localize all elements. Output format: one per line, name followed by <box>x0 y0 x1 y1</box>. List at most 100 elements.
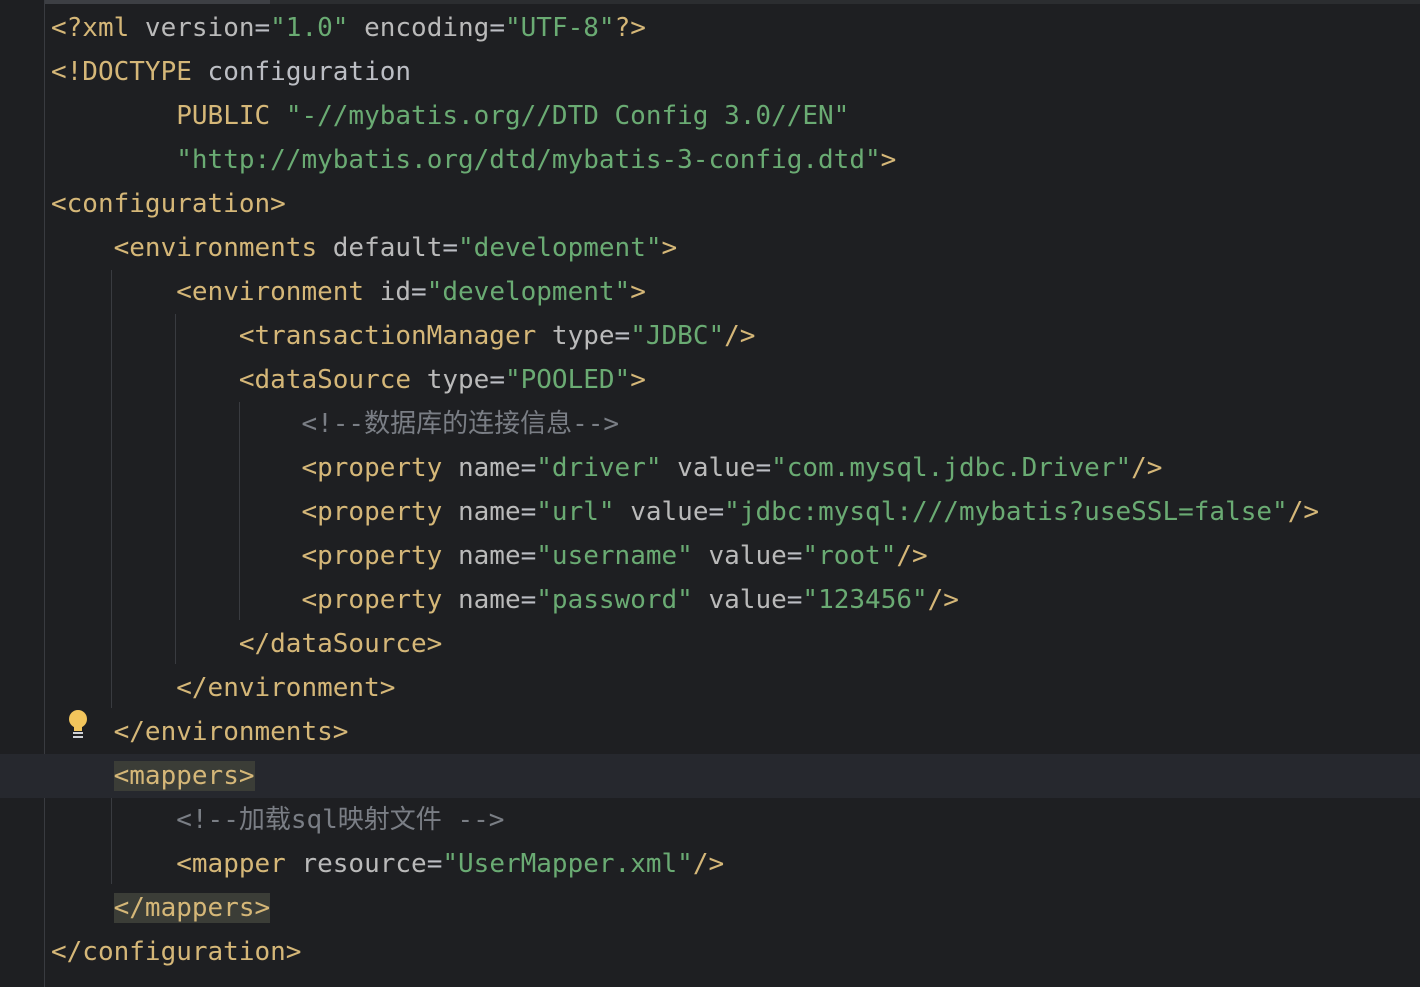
token-attr: default <box>332 233 443 263</box>
token-plain: = <box>786 585 803 615</box>
token-tag: <dataSource <box>238 365 427 395</box>
token-plain: = <box>708 497 725 527</box>
token-plain: = <box>426 849 443 879</box>
token-tag: <property <box>301 585 458 615</box>
code-line-text: <property name="driver" value="com.mysql… <box>51 446 1162 490</box>
token-matched-tag: <mappers> <box>113 761 255 791</box>
token-tag: <transactionManager <box>238 321 552 351</box>
token-attr: name <box>458 497 521 527</box>
token-attr: value <box>677 453 756 483</box>
token-tag: /> <box>927 585 959 615</box>
code-line-text: <dataSource type="POOLED"> <box>51 358 646 402</box>
token-value: "password" <box>536 585 693 615</box>
code-line-text: <property name="username" value="root"/> <box>51 534 927 578</box>
code-line[interactable]: <!--数据库的连接信息--> <box>0 402 1420 446</box>
token-value: "development" <box>426 277 631 307</box>
token-tag: <?xml <box>51 13 145 43</box>
code-line-text: <mapper resource="UserMapper.xml"/> <box>51 842 724 886</box>
code-line[interactable]: </environments> <box>0 710 1420 754</box>
token-attr: name <box>458 541 521 571</box>
code-line[interactable]: </environment> <box>0 666 1420 710</box>
token-value: "development" <box>458 233 662 263</box>
token-tag: /> <box>724 321 756 351</box>
token-value: "driver" <box>536 453 662 483</box>
token-tag: </configuration> <box>51 937 302 967</box>
code-line[interactable]: PUBLIC "-//mybatis.org//DTD Config 3.0//… <box>0 94 1420 138</box>
token-tag: ?> <box>614 13 646 43</box>
token-plain: = <box>520 497 537 527</box>
code-line[interactable]: <?xml version="1.0" encoding="UTF-8"?> <box>0 6 1420 50</box>
token-attr: resource <box>301 849 427 879</box>
code-line[interactable]: </dataSource> <box>0 622 1420 666</box>
token-attr: encoding <box>364 13 490 43</box>
token-tag: /> <box>692 849 725 879</box>
token-value: "JDBC" <box>630 321 725 351</box>
code-line[interactable]: </mappers> <box>0 886 1420 930</box>
token-tag: > <box>880 145 897 175</box>
code-line-text: <transactionManager type="JDBC"/> <box>51 314 756 358</box>
token-attr: id <box>379 277 412 307</box>
code-line[interactable]: <property name="password" value="123456"… <box>0 578 1420 622</box>
token-tag: <environment <box>176 277 380 307</box>
code-lines[interactable]: <?xml version="1.0" encoding="UTF-8"?> <!… <box>0 6 1420 974</box>
code-line[interactable]: "http://mybatis.org/dtd/mybatis-3-config… <box>0 138 1420 182</box>
lightbulb-icon[interactable] <box>64 708 92 742</box>
token-attr: type <box>551 321 615 351</box>
token-tag: <mapper <box>176 849 302 879</box>
code-line-text: </dataSource> <box>51 622 443 666</box>
token-comment: <!--加载sql映射文件 --> <box>176 805 505 835</box>
code-line[interactable]: <property name="driver" value="com.mysql… <box>0 446 1420 490</box>
code-line[interactable]: <environments default="development"> <box>0 226 1420 270</box>
code-line[interactable]: <mappers> <box>0 754 1420 798</box>
code-line[interactable]: <dataSource type="POOLED"> <box>0 358 1420 402</box>
editor-top-bar <box>0 0 1420 4</box>
token-attr: value <box>630 497 709 527</box>
code-line[interactable]: <property name="url" value="jdbc:mysql:/… <box>0 490 1420 534</box>
code-line-text: <property name="url" value="jdbc:mysql:/… <box>51 490 1319 534</box>
code-line[interactable]: </configuration> <box>0 930 1420 974</box>
token-attr: name <box>458 453 521 483</box>
token-plain: = <box>520 453 537 483</box>
token-attr: value <box>708 585 787 615</box>
token-value: "123456" <box>802 585 928 615</box>
token-plain: configuration <box>207 57 412 87</box>
token-tag: > <box>661 233 678 263</box>
token-plain: = <box>442 233 459 263</box>
code-line[interactable]: <mapper resource="UserMapper.xml"/> <box>0 842 1420 886</box>
lightbulb-icon-graphic <box>69 710 87 738</box>
token-attr: version <box>144 13 255 43</box>
code-line[interactable]: <configuration> <box>0 182 1420 226</box>
code-line[interactable]: <!DOCTYPE configuration <box>0 50 1420 94</box>
code-line[interactable]: <property name="username" value="root"/> <box>0 534 1420 578</box>
token-plain: = <box>755 453 772 483</box>
token-tag: /> <box>1287 497 1319 527</box>
code-line[interactable]: <environment id="development"> <box>0 270 1420 314</box>
token-tag: > <box>630 277 646 307</box>
token-plain: = <box>489 365 505 395</box>
code-editor[interactable]: <?xml version="1.0" encoding="UTF-8"?> <!… <box>0 0 1420 987</box>
token-plain: = <box>254 13 271 43</box>
code-line-text: </environments> <box>51 710 349 754</box>
code-line[interactable]: <transactionManager type="JDBC"/> <box>0 314 1420 358</box>
token-value: "-//mybatis.org//DTD Config 3.0//EN" <box>285 101 850 131</box>
token-tag: > <box>630 365 646 395</box>
token-plain: = <box>786 541 803 571</box>
code-line[interactable]: <!--加载sql映射文件 --> <box>0 798 1420 842</box>
token-tag: <property <box>301 497 458 527</box>
